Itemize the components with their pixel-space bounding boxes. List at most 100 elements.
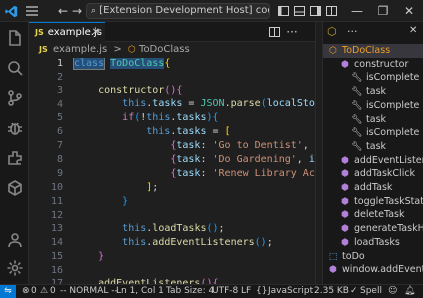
code-line: this.tasks = [ [146,126,231,137]
line-ending[interactable]: LF [241,285,251,298]
line-number: 7 [56,140,63,151]
outline-item-label: toDo [342,250,365,262]
activity-bar [0,22,29,284]
minimize-icon[interactable]: — [348,3,366,19]
explorer-icon[interactable] [0,24,29,52]
breadcrumb-symbol[interactable]: ToDoClass [139,44,190,55]
code-token: tasks [176,126,207,137]
outline-item-label: task [366,140,387,152]
warning-icon[interactable]: ⚠ [40,285,48,298]
outline-item[interactable]: ⬢ window.addEventList [323,263,423,277]
search-view-icon[interactable] [0,54,29,82]
customize-layout-icon[interactable] [324,3,338,19]
spell-check[interactable]: Spell [360,285,382,298]
code-token: ( [134,112,141,123]
outline-item[interactable]: 🔧︎ task [323,140,423,154]
line-number: 1 [56,58,63,69]
line-number: 14 [50,237,63,248]
vscode-logo-icon [4,3,18,19]
error-icon[interactable]: ⊗ [22,285,30,298]
outline-item[interactable]: ⬡ ToDoClass [323,44,423,58]
outline-item-label: generateTaskHtm [354,223,423,235]
forward-arrow-icon[interactable]: → [70,3,84,19]
tab-example-js[interactable]: JS example.js ✕ [29,22,105,42]
code-token: this [122,223,147,234]
line-number: 15 [50,251,63,262]
code-token: this [122,98,147,109]
property-icon: 🔧︎ [351,100,363,111]
remote-explorer-icon[interactable] [0,174,29,202]
code-token: { [164,58,171,69]
back-arrow-icon[interactable]: ← [56,3,70,19]
outline-item[interactable]: 🔧︎ task [323,85,423,99]
remote-indicator-icon[interactable]: ⇋ [0,285,16,298]
outline-item[interactable]: 🔧︎ isComplete [323,99,423,113]
warning-count[interactable]: 0 [50,285,56,298]
outline-item-label: addEventListener [354,154,423,166]
code-line: } [74,196,128,207]
restore-icon[interactable]: ❐ [374,3,392,19]
method-icon: ⬢ [341,224,349,235]
outline-item[interactable]: ⬢ constructor [323,58,423,72]
search-text: [Extension Development Host] code-... [99,5,269,16]
extensions-icon[interactable] [0,144,29,172]
split-editor-icon[interactable] [267,24,281,40]
outline-item[interactable]: 🔧︎ task [323,113,423,127]
breadcrumb: JS example.js > ⬡ ToDoClass [29,42,315,58]
command-center-search[interactable]: ⌕ [Extension Development Host] code-... [86,3,270,19]
outline-item[interactable]: 🔧︎ isComplete [323,71,423,85]
code-line: this.tasks = JSON.parse(localStorage.ge [74,98,315,109]
code-token: JSON [200,98,225,109]
outline-item[interactable]: ⬢ generateTaskHtm [323,222,423,236]
toggle-sidebar-icon[interactable] [276,3,290,19]
minimap-scrollbar[interactable] [315,22,322,284]
code-line: if(!this.tasks){ [122,112,219,123]
outline-item[interactable]: 🔧︎ isComplete [323,126,423,140]
outline-item-label: window.addEventList [342,264,423,276]
toggle-secondary-sidebar-icon[interactable] [308,3,322,19]
outline-item-label: task [366,86,387,98]
tab-size[interactable]: Tab Size: 4 [166,285,214,298]
code-token: () [254,237,267,248]
outline-item[interactable]: ⬢ toggleTaskStatus [323,195,423,209]
cursor-position[interactable]: Ln 1, Col 1 [116,285,164,298]
encoding[interactable]: UTF-8 [212,285,238,298]
code-line: constructor(){ [74,85,182,96]
code-editor[interactable]: 1 2 3 4 5 6 7 8 9 10 11 12 13 14 15 16 17 class ToDoClas… [29,58,315,284]
line-number: 12 [50,209,63,221]
run-debug-icon[interactable] [0,114,29,142]
close-panel-icon[interactable]: ✕ [409,25,417,36]
line-number: 3 [56,85,63,96]
breadcrumb-file[interactable]: example.js [53,44,107,55]
close-window-icon[interactable]: ✕ [400,3,418,19]
editor-tab-bar: JS example.js ✕ ··· [29,22,315,42]
toggle-panel-icon[interactable] [292,3,306,19]
panel-more-icon[interactable]: ··· [347,25,358,38]
outline-item[interactable]: ⬢ addTaskClick [323,167,423,181]
outline-panel-header: ⬡ ··· ✕ [323,22,423,42]
outline-item[interactable]: ⬢ addEventListener [323,154,423,168]
notifications-bell-icon[interactable]: 🔔︎ [404,285,415,298]
error-count[interactable]: 0 [31,285,37,298]
javascript-file-icon: JS [39,45,48,54]
manage-gear-icon[interactable] [0,254,29,282]
outline-item[interactable]: ⬢ addTask [323,181,423,195]
outline-item[interactable]: ⬢ deleteTask [323,208,423,222]
outline-item-label: toggleTaskStatus [354,195,423,207]
more-actions-icon[interactable]: ··· [285,24,299,40]
accounts-icon[interactable] [0,226,29,254]
code-line: {task: 'Go to Dentist', isCompl [74,140,315,151]
property-icon: 🔧︎ [351,87,363,98]
line-number: 9 [56,168,63,179]
outline-icon[interactable]: ⬡ [327,25,337,38]
code-line: ]; [146,182,159,193]
hamburger-menu-icon[interactable] [24,3,40,19]
source-control-icon[interactable] [0,84,29,112]
method-icon: ⬢ [341,183,349,193]
close-tab-icon[interactable]: ✕ [92,23,100,42]
outline-item-label: deleteTask [354,209,405,221]
language-mode[interactable]: JavaScript [268,285,313,298]
outline-item[interactable]: ⬢ loadTasks [323,236,423,250]
outline-item[interactable]: ⬚ toDo [323,250,423,264]
copilot-icon[interactable]: ☺ [388,285,397,298]
